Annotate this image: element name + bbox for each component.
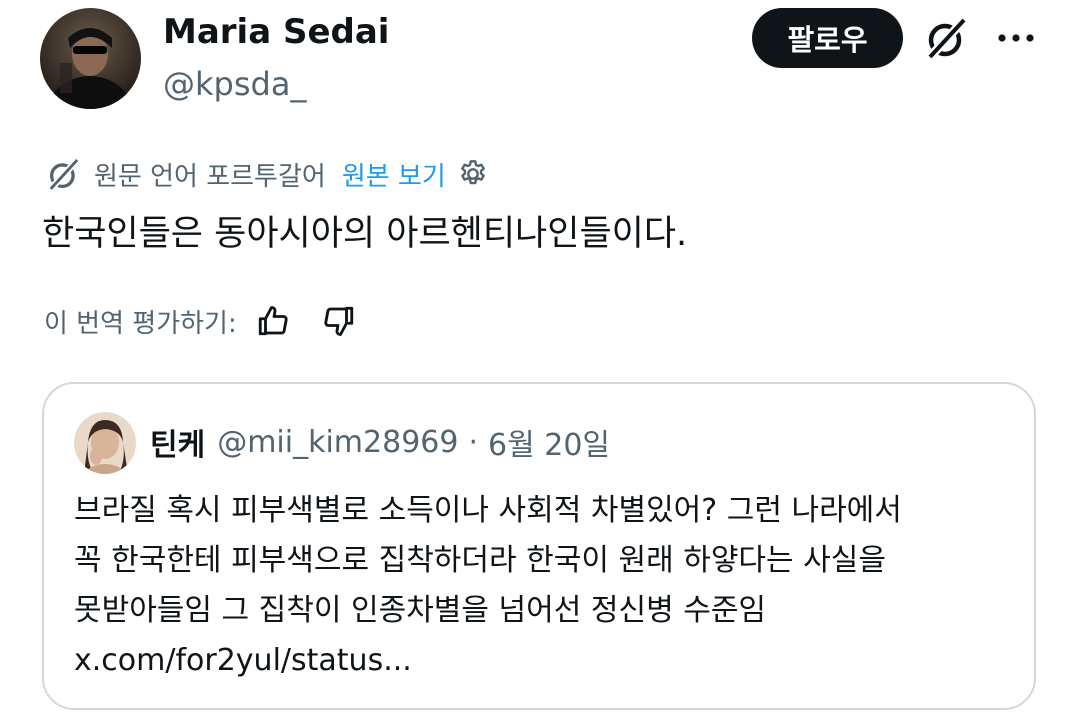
more-horizontal-icon[interactable] [992, 14, 1040, 62]
quoted-author-handle[interactable]: @mii_kim28969 [217, 425, 458, 460]
author-display-name[interactable]: Maria Sedai [163, 12, 389, 52]
quoted-text-line: 브라질 혹시 피부색별로 소득이나 사회적 차별있어? 그런 나라에서 [74, 493, 902, 528]
quoted-link[interactable]: x.com/for2yul/status... [74, 636, 1014, 686]
quoted-text-line: 못받아들임 그 집착이 인종차별을 넘어선 정신병 수준임 [74, 593, 767, 628]
translation-source-language: 원문 언어 포르투갈어 [94, 161, 326, 192]
gear-icon[interactable] [456, 157, 490, 191]
quoted-tweet-text: 브라질 혹시 피부색별로 소득이나 사회적 차별있어? 그런 나라에서 꼭 한국… [74, 486, 1014, 686]
grok-translate-icon [44, 154, 84, 194]
thumbs-down-icon[interactable] [317, 299, 361, 343]
author-avatar[interactable] [40, 8, 141, 109]
quoted-tweet-date[interactable]: 6월 20일 [488, 420, 610, 464]
tweet-detail: Maria Sedai @kpsda_ 팔로우 원문 언어 포르투갈어 원본 보… [0, 0, 1080, 726]
grok-icon[interactable] [921, 12, 973, 64]
follow-button[interactable]: 팔로우 [752, 8, 903, 68]
quoted-tweet-card[interactable]: 틴케 @mii_kim28969 · 6월 20일 브라질 혹시 피부색별로 소… [42, 382, 1036, 710]
author-handle[interactable]: @kpsda_ [163, 64, 306, 104]
rate-translation-label: 이 번역 평가하기: [44, 308, 237, 339]
tweet-text: 한국인들은 동아시아의 아르헨티나인들이다. [42, 214, 688, 254]
show-original-link[interactable]: 원본 보기 [342, 156, 446, 193]
quoted-text-line: 꼭 한국한테 피부색으로 집착하더라 한국이 원래 하얗다는 사실을 [74, 543, 886, 578]
quoted-author-name[interactable]: 틴케 [150, 420, 205, 464]
quoted-author-avatar[interactable] [74, 412, 136, 474]
thumbs-up-icon[interactable] [251, 299, 295, 343]
quoted-tweet-header: 틴케 @mii_kim28969 · 6월 20일 [150, 420, 610, 464]
rate-translation-row: 이 번역 평가하기: [44, 298, 361, 344]
quoted-separator: · [468, 424, 479, 460]
follow-button-label: 팔로우 [787, 23, 868, 57]
translation-row: 원문 언어 포르투갈어 원본 보기 [44, 154, 490, 194]
